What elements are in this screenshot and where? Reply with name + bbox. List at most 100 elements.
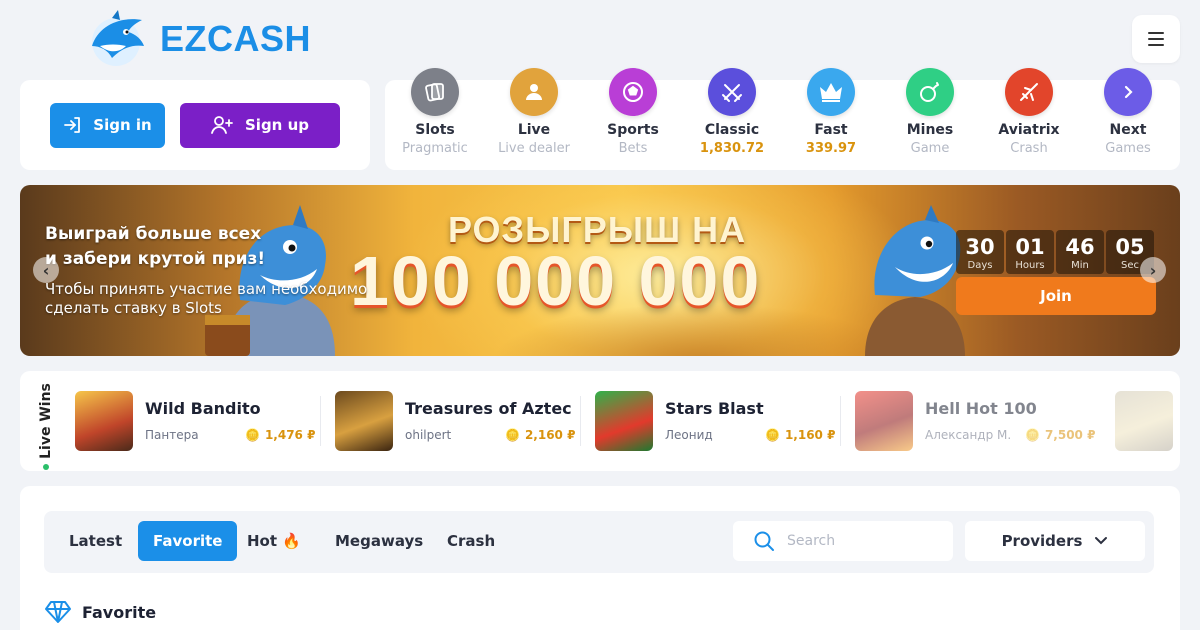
countdown-timer: 30 Days 01 Hours 46 Min 05 Sec bbox=[956, 230, 1154, 274]
win-user: Пантера bbox=[145, 428, 199, 442]
win-user: Александр М. bbox=[925, 428, 1012, 442]
category-fast[interactable]: Fast 339.97 bbox=[781, 68, 881, 156]
coin-stack-icon: 🪙 bbox=[245, 428, 260, 442]
win-game-name: Stars Blast bbox=[665, 399, 764, 418]
win-amount: 🪙 7,500 ₽ bbox=[1025, 428, 1095, 442]
live-win-item[interactable]: Hell Hot 100 Александр М. 🪙 7,500 ₽ bbox=[855, 391, 1100, 451]
search-icon bbox=[754, 531, 774, 551]
bomb-icon bbox=[906, 68, 954, 116]
tab-megaways[interactable]: Megaways bbox=[320, 521, 438, 561]
banner-subtitle: Чтобы принять участие вам необходимо сде… bbox=[45, 280, 367, 318]
timer-label: Days bbox=[967, 260, 993, 271]
auth-panel: Sign in Sign up bbox=[20, 80, 370, 170]
category-next[interactable]: Next Games bbox=[1078, 68, 1178, 156]
sign-in-button[interactable]: Sign in bbox=[50, 102, 165, 148]
banner-prev-arrow-icon[interactable]: ‹ bbox=[33, 257, 59, 283]
add-user-icon bbox=[211, 116, 233, 134]
live-wins-bar: Live Wins Wild Bandito Пантера 🪙 1,476 ₽ … bbox=[20, 371, 1180, 471]
coin-stack-icon: 🪙 bbox=[765, 428, 780, 442]
win-amount-value: 1,160 ₽ bbox=[784, 428, 836, 442]
sign-up-button[interactable]: Sign up bbox=[180, 102, 340, 148]
cards-icon bbox=[411, 68, 459, 116]
hamburger-line bbox=[1148, 44, 1164, 46]
sign-in-label: Sign in bbox=[93, 116, 152, 134]
tab-favorite[interactable]: Favorite bbox=[138, 521, 238, 561]
category-name: Aviatrix bbox=[998, 122, 1060, 138]
game-thumbnail bbox=[335, 391, 393, 451]
games-section: Latest Favorite Hot 🔥 Megaways Crash Pro… bbox=[20, 486, 1180, 630]
favorite-section-header: Favorite bbox=[44, 600, 156, 624]
win-amount: 🪙 1,160 ₽ bbox=[765, 428, 835, 442]
category-sub: Live dealer bbox=[498, 141, 570, 156]
win-amount-value: 7,500 ₽ bbox=[1044, 428, 1096, 442]
search-box[interactable] bbox=[733, 521, 953, 561]
timer-minutes: 46 Min bbox=[1056, 230, 1104, 274]
soccer-ball-icon bbox=[609, 68, 657, 116]
menu-button[interactable] bbox=[1132, 15, 1180, 63]
live-win-item[interactable]: Treasures of Aztec ohilpert 🪙 2,160 ₽ bbox=[335, 391, 581, 451]
tab-hot[interactable]: Hot 🔥 bbox=[232, 521, 316, 561]
live-win-item[interactable]: Wild Bandito Пантера 🪙 1,476 ₽ bbox=[75, 391, 321, 451]
category-aviatrix[interactable]: Aviatrix Crash bbox=[979, 68, 1079, 156]
category-live[interactable]: Live Live dealer bbox=[484, 68, 584, 156]
search-input[interactable] bbox=[787, 533, 927, 549]
tab-latest[interactable]: Latest bbox=[54, 521, 137, 561]
category-sub: 339.97 bbox=[805, 141, 857, 156]
category-name: Sports bbox=[607, 122, 659, 138]
game-thumbnail bbox=[595, 391, 653, 451]
tab-crash[interactable]: Crash bbox=[432, 521, 510, 561]
timer-value: 05 bbox=[1115, 235, 1145, 259]
section-title: Favorite bbox=[82, 602, 157, 622]
win-amount: 🪙 1,476 ₽ bbox=[245, 428, 315, 442]
live-win-item[interactable] bbox=[1115, 391, 1180, 451]
coin-stack-icon: 🪙 bbox=[505, 428, 520, 442]
category-slots[interactable]: Slots Pragmatic bbox=[385, 68, 485, 156]
banner-subtitle-line: сделать ставку в Slots bbox=[45, 299, 222, 317]
category-sub: Pragmatic bbox=[402, 141, 468, 156]
join-button[interactable]: Join bbox=[956, 277, 1156, 315]
win-game-name: Wild Bandito bbox=[145, 399, 261, 418]
providers-label: Providers bbox=[1001, 532, 1083, 550]
timer-label: Hours bbox=[1015, 260, 1045, 271]
banner-title-line: и забери крутой приз! bbox=[45, 249, 266, 269]
category-sub: Bets bbox=[618, 141, 648, 156]
timer-hours: 01 Hours bbox=[1006, 230, 1054, 274]
providers-dropdown[interactable]: Providers bbox=[965, 521, 1145, 561]
chevron-down-icon bbox=[1095, 537, 1108, 545]
logo[interactable]: EZCASH bbox=[86, 10, 311, 68]
category-name: Live bbox=[517, 122, 551, 138]
game-thumbnail bbox=[1115, 391, 1173, 451]
banner-amount: 100 000 000 bbox=[350, 242, 762, 320]
plane-icon bbox=[1005, 68, 1053, 116]
live-win-item[interactable]: Stars Blast Леонид 🪙 1,160 ₽ bbox=[595, 391, 841, 451]
category-mines[interactable]: Mines Game bbox=[880, 68, 980, 156]
promo-banner[interactable]: РОЗЫГРЫШ НА 100 000 000 Выиграй больше в… bbox=[20, 185, 1180, 356]
win-amount: 🪙 2,160 ₽ bbox=[505, 428, 575, 442]
win-game-name: Treasures of Aztec bbox=[405, 399, 572, 418]
banner-subtitle-line: Чтобы принять участие вам необходимо bbox=[45, 280, 368, 298]
coin-stack-icon: 🪙 bbox=[1025, 428, 1040, 442]
live-wins-label: Live Wins bbox=[32, 381, 60, 470]
category-classic[interactable]: Classic 1,830.72 bbox=[682, 68, 782, 156]
category-sub: Crash bbox=[1010, 141, 1048, 156]
divider bbox=[840, 396, 841, 446]
category-sports[interactable]: Sports Bets bbox=[583, 68, 683, 156]
win-user: ohilpert bbox=[405, 428, 452, 442]
banner-title-line: Выиграй больше всех bbox=[45, 224, 262, 244]
timer-value: 30 bbox=[965, 235, 995, 259]
shark-logo-icon bbox=[92, 10, 144, 66]
chevron-right-icon bbox=[1104, 68, 1152, 116]
timer-days: 30 Days bbox=[956, 230, 1004, 274]
banner-title: Выиграй больше всех и забери крутой приз… bbox=[45, 222, 265, 272]
win-user: Леонид bbox=[665, 428, 713, 442]
banner-next-arrow-icon[interactable]: › bbox=[1140, 257, 1166, 283]
crown-icon bbox=[807, 68, 855, 116]
timer-value: 46 bbox=[1065, 235, 1095, 259]
sign-up-label: Sign up bbox=[245, 116, 309, 134]
games-tab-bar: Latest Favorite Hot 🔥 Megaways Crash Pro… bbox=[44, 511, 1154, 573]
divider bbox=[320, 396, 321, 446]
timer-label: Min bbox=[1071, 260, 1089, 271]
logo-text: EZCASH bbox=[160, 18, 312, 59]
category-bar: Slots Pragmatic Live Live dealer Sports … bbox=[385, 68, 1180, 170]
timer-value: 01 bbox=[1015, 235, 1045, 259]
